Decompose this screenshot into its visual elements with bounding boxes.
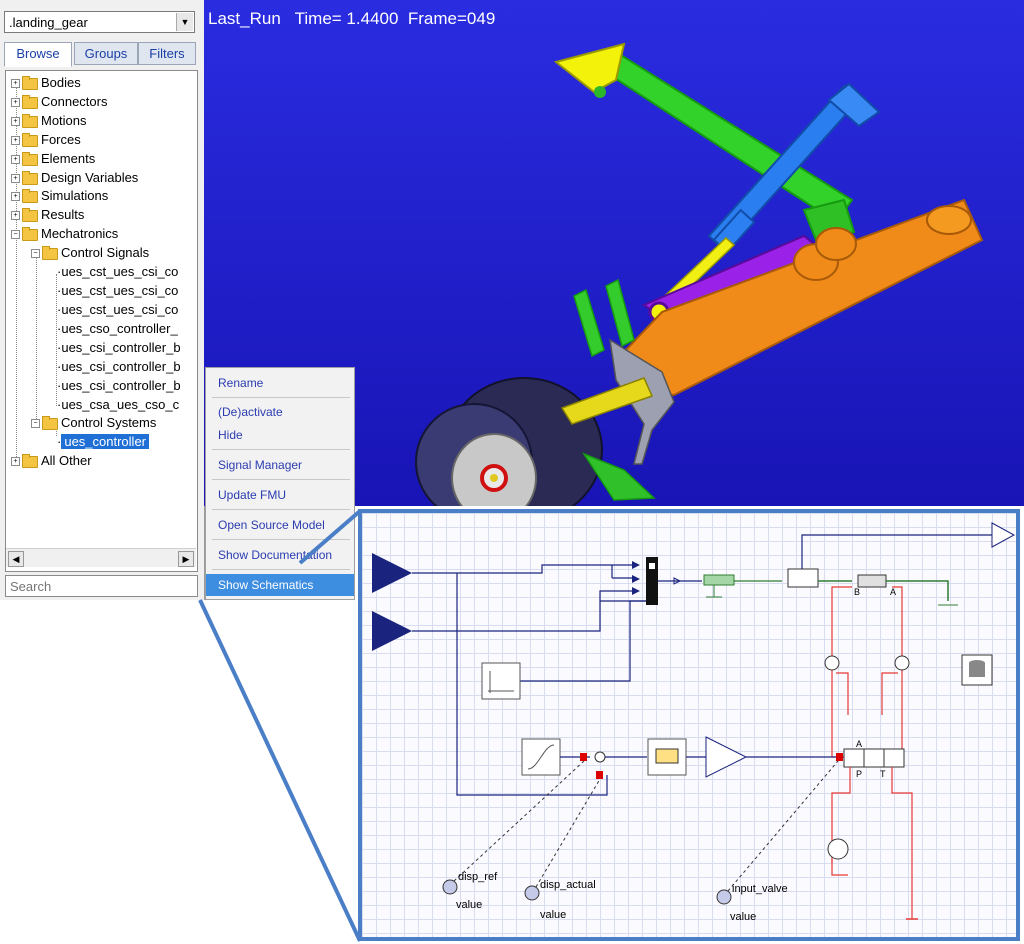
param-input-valve-value: value — [730, 911, 757, 923]
port-label-a: A — [890, 587, 897, 597]
input-port-icon — [372, 611, 412, 651]
param-disp-ref-name: disp_ref — [458, 871, 498, 883]
port-label-b: B — [854, 587, 861, 597]
port-label-a: A — [856, 739, 863, 749]
input-port-icon — [372, 553, 412, 593]
schematic-view[interactable]: disp_ref value disp_actual value input_v… — [358, 509, 1020, 941]
param-disp-actual-name: disp_actual — [540, 879, 596, 891]
port-label-p: P — [856, 769, 863, 779]
param-disp-actual-value: value — [540, 909, 567, 921]
param-input-valve-name: input_valve — [732, 883, 788, 895]
port-label-t: T — [880, 769, 886, 779]
param-disp-ref-value: value — [456, 899, 483, 911]
